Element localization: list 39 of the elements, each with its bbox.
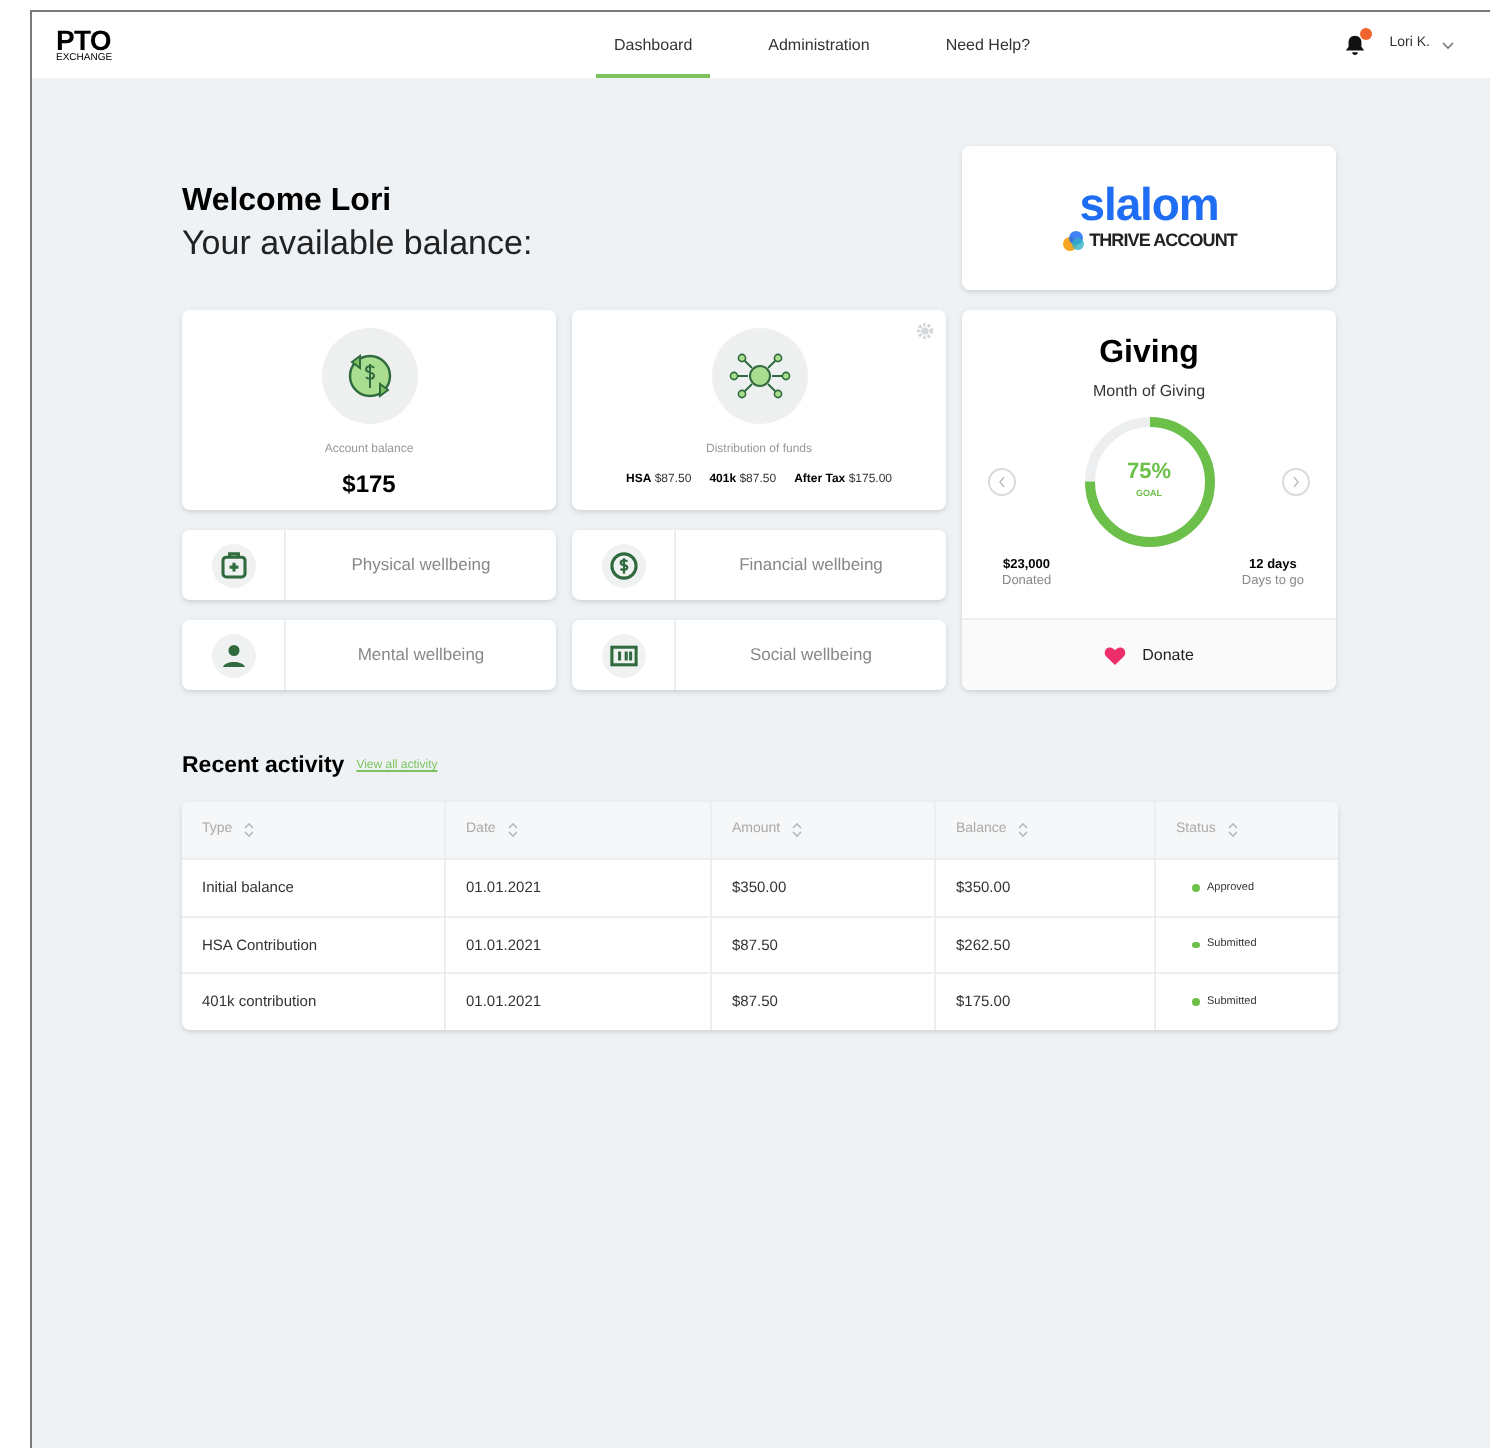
nav-tab[interactable]: Need Help? <box>927 12 1049 78</box>
nav-tab[interactable]: Dashboard <box>596 12 711 78</box>
financial-icon <box>601 543 645 587</box>
welcome-subtitle: Your available balance: <box>182 222 535 266</box>
sort-icon[interactable] <box>1018 822 1029 839</box>
giving-percent: 75% <box>1126 462 1172 485</box>
logo-title: PTO <box>56 26 111 54</box>
wellbeing-card[interactable]: Social wellbeing <box>572 620 946 690</box>
network-icon <box>711 328 807 424</box>
settings-icon[interactable] <box>916 322 934 340</box>
sort-icon[interactable] <box>792 822 803 839</box>
physical-icon <box>211 543 255 587</box>
brand-name: slalom <box>1079 181 1219 228</box>
sort-icon[interactable] <box>507 822 518 839</box>
sort-icon[interactable] <box>244 822 255 839</box>
wellbeing-card[interactable]: Mental wellbeing <box>182 620 556 690</box>
bell-icon[interactable] <box>1343 34 1366 56</box>
section-title: Recent activity <box>182 752 345 782</box>
wellbeing-card[interactable]: Physical wellbeing <box>182 530 556 600</box>
brand-icon <box>1061 230 1086 252</box>
giving-title: Giving <box>1099 338 1199 370</box>
chevron-down-icon <box>1442 41 1454 49</box>
progress-ring <box>1079 412 1219 552</box>
money-exchange-icon <box>321 328 417 424</box>
chevron-right-icon <box>1292 476 1300 488</box>
social-icon <box>601 633 645 677</box>
chevron-left-icon <box>998 476 1006 488</box>
giving-subtitle: Month of Giving <box>1092 380 1206 404</box>
nav-tab[interactable]: Administration <box>750 12 888 78</box>
wellbeing-card[interactable]: Financial wellbeing <box>572 530 946 600</box>
donate-button[interactable]: Donate <box>962 618 1336 690</box>
mental-icon <box>211 633 255 677</box>
welcome-title: Welcome Lori <box>182 182 394 223</box>
heart-icon <box>1104 645 1127 665</box>
previous-button[interactable] <box>988 468 1016 496</box>
brand-account: THRIVE ACCOUNT <box>1089 227 1237 254</box>
sort-icon[interactable] <box>1227 822 1238 839</box>
balance-value: $175 <box>342 468 396 502</box>
next-button[interactable] <box>1282 468 1310 496</box>
